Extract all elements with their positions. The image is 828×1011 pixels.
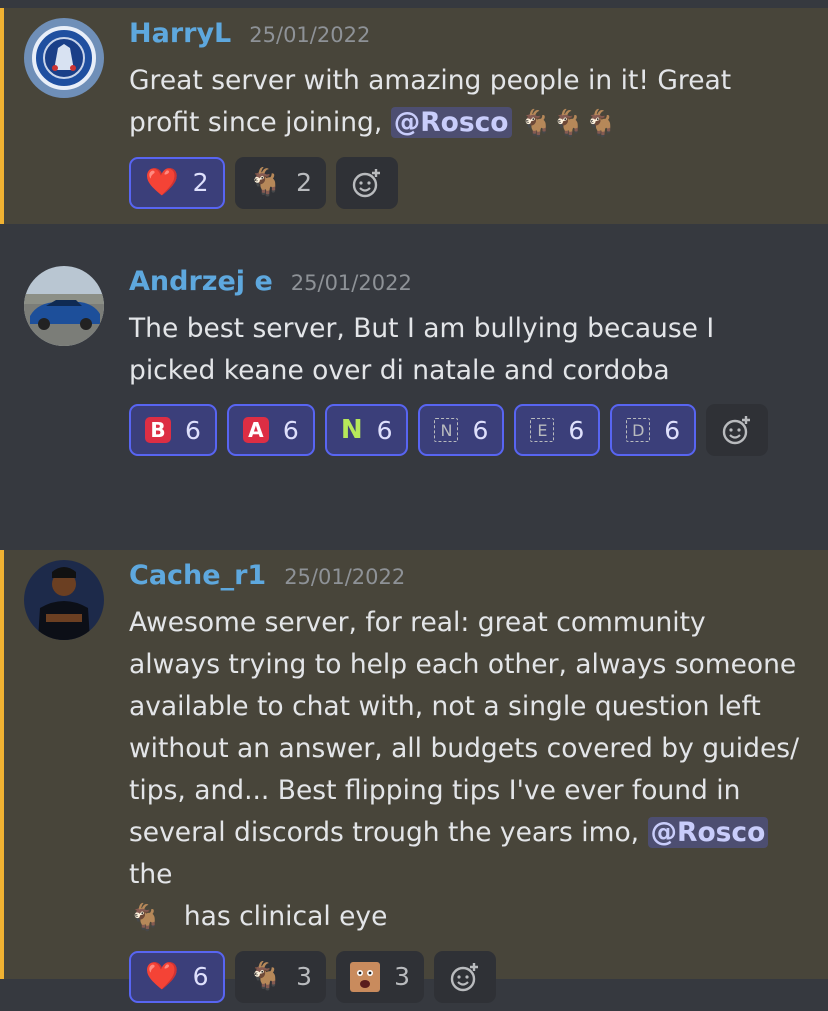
message-text: the: [129, 859, 173, 890]
username[interactable]: Andrzej e: [129, 266, 273, 297]
regional-e-emoji: E: [530, 418, 555, 442]
reaction-count: 6: [282, 415, 299, 445]
message-content: The best server, But I am bullying becau…: [129, 313, 715, 386]
timestamp: 25/01/2022: [284, 565, 406, 589]
reaction-count: 6: [472, 415, 489, 445]
message-text: Awesome server, for real: great communit…: [129, 607, 800, 848]
avatar[interactable]: [24, 560, 104, 640]
goat-emoji: 🐐: [584, 108, 618, 139]
reaction-count: 6: [185, 415, 201, 445]
reaction-letter-b[interactable]: B 6: [129, 404, 217, 456]
reaction-count: 6: [192, 962, 209, 991]
reaction-heart[interactable]: ❤️ 2: [129, 156, 225, 209]
avatar[interactable]: [24, 266, 104, 346]
heart-emoji: ❤️: [145, 961, 179, 992]
timestamp: 25/01/2022: [249, 23, 371, 47]
regional-d-emoji: D: [626, 418, 651, 442]
reaction-count: 6: [664, 415, 681, 445]
reaction-letter-n[interactable]: N 6: [418, 404, 505, 456]
message-content: Great server with amazing people in it! …: [129, 60, 804, 145]
reaction-count: 3: [296, 962, 313, 991]
reaction-goat[interactable]: 🐐 2: [234, 156, 327, 209]
goat-emoji: 🐐: [552, 108, 585, 139]
add-reaction-button[interactable]: [706, 404, 769, 456]
message-harryl[interactable]: HarryL 25/01/2022 Great server with amaz…: [0, 8, 828, 224]
top-strip: [0, 0, 828, 8]
reaction-letter-e[interactable]: E 6: [514, 404, 601, 456]
reactions-bar: ❤️ 2 🐐 2: [129, 156, 804, 217]
message-text: has clinical eye: [183, 901, 388, 932]
username[interactable]: HarryL: [129, 18, 231, 49]
chelsea-crest-avatar: [24, 18, 104, 98]
reaction-count: 2: [192, 168, 209, 197]
reaction-heart[interactable]: ❤️ 6: [129, 950, 225, 1003]
reactions-bar: B 6 A 6 N 6 N 6 E 6 D 6: [129, 404, 804, 464]
reaction-count: 6: [376, 415, 393, 445]
reaction-letter-n-green[interactable]: N 6: [324, 404, 409, 456]
a-button-emoji: A: [242, 417, 269, 443]
b-button-emoji: B: [145, 417, 171, 443]
add-reaction-button[interactable]: [433, 950, 496, 1003]
user-mention[interactable]: @Rosco: [390, 107, 512, 138]
user-mention[interactable]: @Rosco: [647, 817, 769, 848]
goat-emoji: 🐐: [248, 167, 283, 198]
username[interactable]: Cache_r1: [129, 560, 266, 591]
reactions-bar: ❤️ 6 🐐 3 3: [129, 950, 804, 1011]
n-emoji: N: [340, 415, 363, 445]
reaction-goat[interactable]: 🐐 3: [234, 950, 327, 1003]
reaction-count: 2: [296, 168, 313, 197]
reaction-letter-a[interactable]: A 6: [226, 404, 315, 456]
custom-face-emoji: [350, 961, 381, 992]
reaction-letter-d[interactable]: D 6: [610, 404, 697, 456]
avatar[interactable]: [24, 18, 104, 98]
add-reaction-icon: [723, 416, 751, 445]
goat-emoji: 🐐: [519, 108, 553, 139]
timestamp: 25/01/2022: [290, 271, 412, 295]
reaction-custom-face[interactable]: 3: [336, 950, 424, 1003]
car-photo-avatar: [24, 266, 104, 346]
regional-n-emoji: N: [434, 418, 459, 442]
message-andrzej[interactable]: Andrzej e 25/01/2022 The best server, Bu…: [0, 224, 828, 550]
message-content: Awesome server, for real: great communit…: [129, 602, 804, 939]
goat-emoji: 🐐: [129, 902, 162, 933]
add-reaction-icon: [450, 962, 478, 991]
message-cache-r1[interactable]: Cache_r1 25/01/2022 Awesome server, for …: [0, 550, 828, 1003]
reaction-count: 3: [394, 962, 410, 991]
heart-emoji: ❤️: [145, 167, 179, 198]
add-reaction-icon: [352, 168, 381, 197]
goat-emoji: 🐐: [248, 961, 283, 992]
add-reaction-button[interactable]: [336, 156, 399, 209]
person-photo-avatar: [24, 560, 104, 640]
reaction-count: 6: [568, 415, 585, 445]
